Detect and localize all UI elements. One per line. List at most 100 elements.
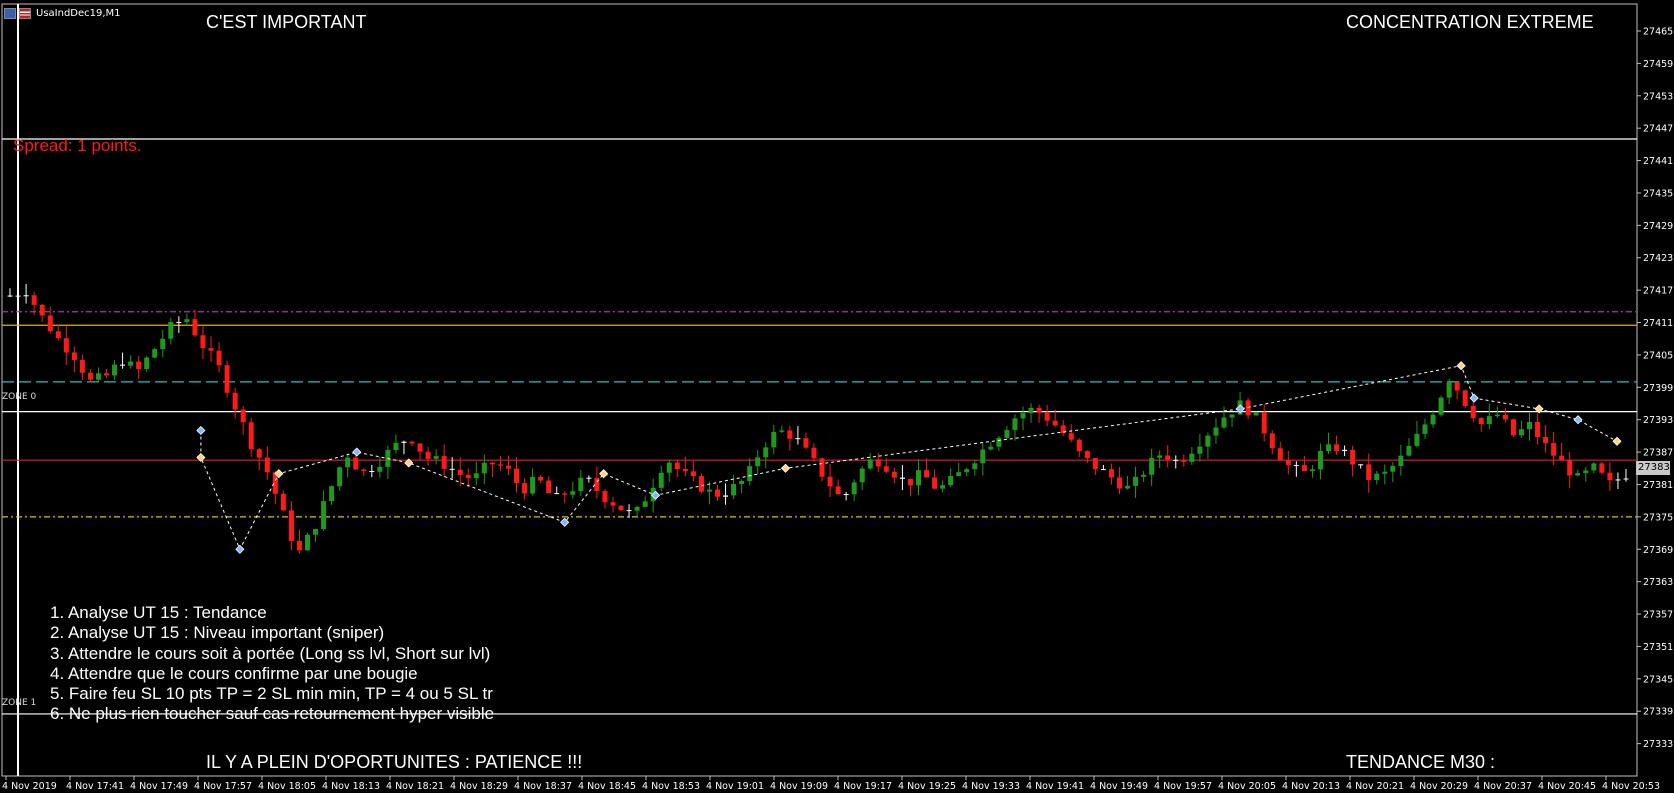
candle-body xyxy=(401,441,407,443)
current-price-tag: 27383 xyxy=(1636,461,1670,475)
y-tick-label: 27381 xyxy=(1643,480,1673,491)
flag-icon xyxy=(19,7,31,19)
candle-body xyxy=(1470,405,1476,419)
candle-body xyxy=(891,471,897,478)
candle-body xyxy=(779,430,785,432)
candle-body xyxy=(361,469,367,472)
candle-body xyxy=(666,462,672,473)
candle-body xyxy=(1229,414,1235,418)
candle-body xyxy=(1084,451,1090,459)
candle-body xyxy=(313,529,319,535)
candle-body xyxy=(763,447,769,458)
candle-body xyxy=(1116,477,1122,489)
candle-body xyxy=(626,510,632,512)
candle-body xyxy=(369,471,375,473)
candle-body xyxy=(988,446,994,450)
candle-body xyxy=(899,477,905,479)
candle-body xyxy=(980,449,986,464)
candle-body xyxy=(256,449,262,458)
candle-body xyxy=(1535,421,1541,438)
x-tick-label: 4 Nov 20:37 xyxy=(1474,781,1532,792)
candle-body xyxy=(1502,414,1508,420)
candle-body xyxy=(835,486,841,495)
candle-body xyxy=(425,451,431,459)
candle-body xyxy=(690,471,696,477)
candle-body xyxy=(819,458,825,477)
x-tick-label: 4 Nov 19:33 xyxy=(962,781,1020,792)
candle-body xyxy=(1478,418,1484,425)
candle-body xyxy=(1076,439,1082,452)
candle-body xyxy=(95,373,101,380)
candle-body xyxy=(1454,382,1460,391)
candle-body xyxy=(562,493,568,495)
zigzag-marker xyxy=(1612,436,1622,446)
candle-body xyxy=(546,480,552,494)
candle-body xyxy=(144,357,150,370)
symbol-bar: UsaIndDec19,M1 xyxy=(4,6,121,20)
candle-body xyxy=(465,474,471,479)
candle-body xyxy=(1350,449,1356,465)
candle-body xyxy=(473,473,479,479)
y-tick-label: 27441 xyxy=(1643,156,1673,167)
y-tick-label: 27447 xyxy=(1643,124,1673,135)
y-tick-label: 27387 xyxy=(1643,448,1673,459)
candle-body xyxy=(47,315,53,332)
spread-label: Spread: 1 points. xyxy=(13,136,142,155)
candle-body xyxy=(956,472,962,477)
candle-body xyxy=(610,502,616,506)
candle-body xyxy=(658,472,664,488)
checklist-item: 5. Faire feu SL 10 pts TP = 2 SL min min… xyxy=(50,684,493,704)
candle-body xyxy=(393,442,399,451)
candle-body xyxy=(1575,473,1581,476)
candle-body xyxy=(200,335,206,349)
candle-body xyxy=(1125,485,1131,489)
candle-body xyxy=(1165,455,1171,460)
candle-body xyxy=(224,365,230,393)
candle-body xyxy=(240,409,246,423)
candle-body xyxy=(682,469,688,472)
y-tick-label: 27453 xyxy=(1643,91,1673,102)
candle-body xyxy=(264,457,270,473)
candle-body xyxy=(731,484,737,496)
candle-body xyxy=(1607,472,1613,481)
candle-body xyxy=(505,465,511,469)
y-tick-label: 27411 xyxy=(1643,318,1673,329)
candle-body xyxy=(1157,455,1163,458)
candle-body xyxy=(1189,453,1195,462)
candle-body xyxy=(538,476,544,481)
x-tick-label: 4 Nov 19:25 xyxy=(898,781,956,792)
x-tick-label: 4 Nov 18:53 xyxy=(642,781,700,792)
candle-body xyxy=(522,483,528,494)
candle-body xyxy=(1326,444,1332,452)
candle-body xyxy=(586,477,592,479)
chart-window-icon[interactable] xyxy=(4,7,16,19)
candle-body xyxy=(1020,413,1026,419)
y-tick-label: 27345 xyxy=(1643,674,1673,685)
candle-body xyxy=(867,459,873,469)
candle-body xyxy=(634,506,640,511)
candle-body xyxy=(530,476,536,494)
candle-body xyxy=(1527,421,1533,430)
candle-body xyxy=(674,462,680,470)
candle-body xyxy=(915,470,921,486)
candle-body xyxy=(160,338,166,350)
zigzag-marker xyxy=(352,447,362,457)
candle-body xyxy=(1301,465,1307,472)
candle-body xyxy=(31,295,37,305)
candle-body xyxy=(1221,417,1227,428)
y-tick-label: 27405 xyxy=(1643,350,1673,361)
candle-body xyxy=(1599,463,1605,473)
x-tick-label: 4 Nov 18:45 xyxy=(578,781,636,792)
checklist-item: 6. Ne plus rien toucher sauf cas retourn… xyxy=(50,704,495,723)
candle-body xyxy=(642,501,648,507)
candle-body xyxy=(747,466,753,482)
candle-body xyxy=(514,468,520,484)
candle-body xyxy=(1004,430,1010,438)
y-tick-label: 27459 xyxy=(1643,59,1673,70)
candle-body xyxy=(192,319,198,336)
candle-body xyxy=(409,441,415,444)
candle-body xyxy=(1374,473,1380,480)
candle-body xyxy=(39,304,45,316)
checklist-item: 2. Analyse UT 15 : Niveau important (sni… xyxy=(50,623,385,643)
candle-body xyxy=(55,331,61,339)
